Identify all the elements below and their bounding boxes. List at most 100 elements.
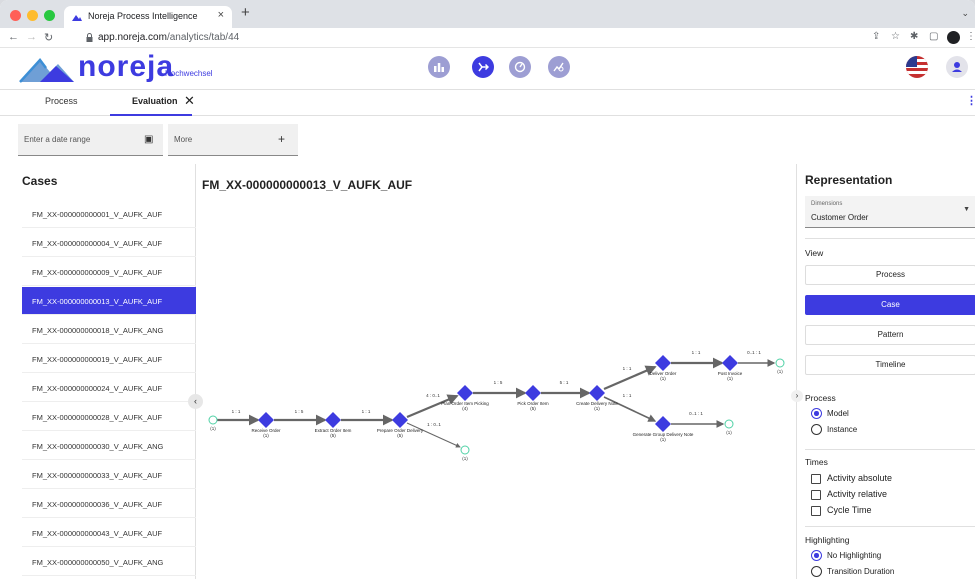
user-account-icon[interactable]	[946, 56, 968, 78]
activity-node[interactable]	[525, 385, 541, 401]
analysis-tabs: Process Evaluation ✕ ⋮	[0, 90, 975, 116]
activity-node[interactable]	[589, 385, 605, 401]
process-edge	[406, 394, 459, 419]
activity-node[interactable]	[655, 416, 671, 432]
date-range-field[interactable]: Enter a date range ▣	[18, 124, 163, 156]
collapse-representation-icon[interactable]: ›	[791, 390, 803, 402]
activity-node[interactable]	[457, 385, 473, 401]
case-list-item[interactable]: FM_XX-000000000013_V_AUFK_AUF	[22, 287, 196, 315]
activity-count: (1)	[727, 376, 733, 381]
start-count: (1)	[210, 426, 216, 431]
url-path: /analytics/tab/44	[166, 32, 240, 43]
extensions-icon[interactable]: ✱	[910, 31, 918, 42]
transition-duration-radio[interactable]	[811, 566, 822, 577]
dimensions-select[interactable]: Dimensions Customer Order ▼	[805, 196, 975, 228]
app-header: noreja Hochwechsel	[0, 48, 975, 90]
end-event-node[interactable]	[775, 358, 785, 368]
case-list-item[interactable]: FM_XX-000000000028_V_AUFK_AUF	[22, 403, 196, 431]
highlighting-label: Highlighting	[805, 535, 850, 545]
activity-absolute-checkbox[interactable]	[811, 474, 821, 484]
filter-bar: Enter a date range ▣ More +	[0, 116, 975, 164]
view-case-button[interactable]: Case	[805, 295, 975, 315]
view-timeline-button[interactable]: Timeline	[805, 355, 975, 375]
case-list-item[interactable]: FM_XX-000000000036_V_AUFK_AUF	[22, 490, 196, 518]
process-instance-radio[interactable]	[811, 424, 822, 435]
activity-relative-checkbox[interactable]	[811, 490, 821, 500]
nav-bar-chart-icon[interactable]	[428, 56, 450, 78]
case-list-item[interactable]: FM_XX-000000000004_V_AUFK_AUF	[22, 229, 196, 257]
case-id: FM_XX-000000000024_V_AUFK_AUF	[32, 384, 163, 393]
process-model-radio[interactable]	[811, 408, 822, 419]
more-options-icon[interactable]: ⋮	[966, 94, 975, 107]
case-list-item[interactable]: FM_XX-000000000030_V_AUFK_ANG	[22, 432, 196, 460]
no-highlighting-label: No Highlighting	[827, 551, 882, 560]
case-id: FM_XX-000000000001_V_AUFK_AUF	[32, 210, 163, 219]
browser-profile-avatar[interactable]	[947, 31, 960, 44]
bookmark-star-icon[interactable]: ☆	[891, 31, 900, 42]
case-id: FM_XX-000000000043_V_AUFK_AUF	[32, 529, 163, 538]
case-list-item[interactable]: FM_XX-000000000019_V_AUFK_AUF	[22, 345, 196, 373]
times-label: Times	[805, 457, 828, 467]
case-list-item[interactable]: FM_XX-000000000050_V_AUFK_ANG	[22, 548, 196, 576]
end-count: (1)	[777, 369, 783, 374]
tab-strip: Noreja Process Intelligence × + ⌄	[0, 0, 975, 28]
case-id: FM_XX-000000000009_V_AUFK_AUF	[32, 268, 163, 277]
activity-node[interactable]	[258, 412, 274, 428]
url-field[interactable]: app.noreja.com/analytics/tab/44	[72, 30, 862, 46]
more-filters-label: More	[174, 135, 193, 144]
tab-close-icon[interactable]: ×	[218, 9, 224, 21]
no-highlighting-radio[interactable]	[811, 550, 822, 561]
activity-count: (1)	[660, 376, 666, 381]
back-icon[interactable]: ←	[8, 31, 19, 43]
case-list-item[interactable]: FM_XX-000000000001_V_AUFK_AUF	[22, 200, 196, 228]
activity-node[interactable]	[655, 355, 671, 371]
language-flag-icon[interactable]	[906, 56, 928, 78]
lock-icon	[86, 33, 93, 42]
minimize-window-button[interactable]	[27, 10, 38, 21]
case-list-item[interactable]: FM_XX-000000000033_V_AUFK_AUF	[22, 461, 196, 489]
browser-menu-icon[interactable]: ⋮	[966, 31, 975, 42]
cases-title: Cases	[22, 174, 58, 188]
forward-icon[interactable]: →	[26, 31, 37, 43]
case-list-item[interactable]: FM_XX-000000000018_V_AUFK_ANG	[22, 316, 196, 344]
activity-node[interactable]	[392, 412, 408, 428]
more-filters-field[interactable]: More +	[168, 124, 298, 156]
browser-tab[interactable]: Noreja Process Intelligence ×	[64, 6, 232, 28]
case-list-item[interactable]: FM_XX-000000000024_V_AUFK_AUF	[22, 374, 196, 402]
divider	[805, 449, 975, 450]
cases-panel: Cases FM_XX-000000000001_V_AUFK_AUF FM_XX…	[0, 164, 196, 579]
nav-search-analytics-icon[interactable]	[548, 56, 570, 78]
calendar-icon[interactable]: ▣	[144, 134, 153, 145]
view-label: View	[805, 248, 824, 258]
url-host: app.noreja.com	[98, 32, 167, 43]
view-pattern-button[interactable]: Pattern	[805, 325, 975, 345]
share-icon[interactable]: ⇪	[872, 31, 880, 42]
close-tab-icon[interactable]: ✕	[184, 93, 195, 109]
edge-label: 1 : 1	[232, 409, 241, 414]
tab-search-icon[interactable]: ⌄	[961, 8, 969, 19]
add-filter-icon[interactable]: +	[278, 132, 285, 146]
activity-node[interactable]	[325, 412, 341, 428]
representation-panel: › Representation Dimensions Customer Ord…	[791, 164, 975, 579]
nav-gauge-icon[interactable]	[509, 56, 531, 78]
nav-process-flow-icon[interactable]	[472, 56, 494, 78]
new-tab-icon[interactable]: +	[241, 4, 250, 21]
view-process-button[interactable]: Process	[805, 265, 975, 285]
cycle-time-checkbox[interactable]	[811, 506, 821, 516]
reload-icon[interactable]: ↻	[44, 31, 53, 44]
case-list-item[interactable]: FM_XX-000000000043_V_AUFK_AUF	[22, 519, 196, 547]
tab-evaluation[interactable]: Evaluation	[132, 96, 178, 106]
maximize-window-button[interactable]	[44, 10, 55, 21]
end-event-node[interactable]	[460, 445, 470, 455]
case-list-item[interactable]: FM_XX-000000000009_V_AUFK_AUF	[22, 258, 196, 286]
tab-process[interactable]: Process	[45, 96, 78, 106]
transition-duration-label: Transition Duration	[827, 567, 895, 576]
divider	[805, 526, 975, 527]
sidepanel-icon[interactable]: ▢	[929, 31, 938, 42]
dimensions-value: Customer Order	[811, 213, 869, 222]
start-event-node[interactable]	[208, 415, 218, 425]
noreja-favicon-icon	[72, 15, 82, 21]
end-event-node[interactable]	[724, 419, 734, 429]
close-window-button[interactable]	[10, 10, 21, 21]
activity-node[interactable]	[722, 355, 738, 371]
